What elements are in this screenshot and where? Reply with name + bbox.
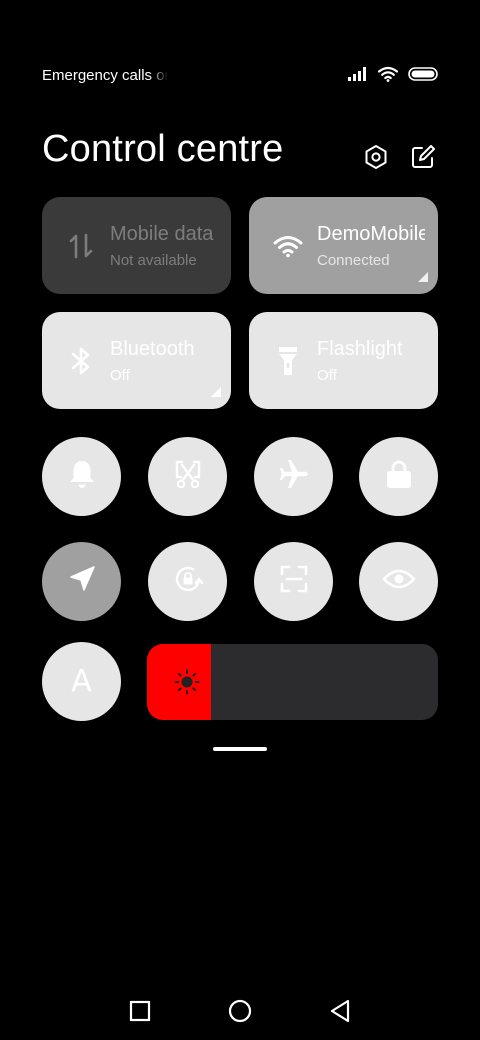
bluetooth-icon xyxy=(66,345,96,377)
recents-button[interactable] xyxy=(122,995,158,1031)
tile-status: Off xyxy=(317,367,337,384)
page-title: Control centre xyxy=(42,128,284,170)
recents-icon xyxy=(129,1000,151,1027)
location-icon xyxy=(67,564,97,599)
settings-button[interactable] xyxy=(362,144,390,175)
flashlight-icon xyxy=(273,345,303,377)
back-button[interactable] xyxy=(322,995,358,1031)
auto-brightness-icon: A xyxy=(71,664,92,699)
wifi-icon xyxy=(273,230,303,262)
tile-title: DemoMobile xyxy=(317,223,425,245)
edit-button[interactable] xyxy=(409,144,437,175)
status-icons xyxy=(348,66,438,82)
settings-icon xyxy=(363,144,389,175)
scanner-toggle[interactable] xyxy=(254,542,333,621)
tile-wifi[interactable]: DemoMobile Connected xyxy=(249,197,438,294)
reading-mode-toggle[interactable] xyxy=(359,542,438,621)
brightness-slider[interactable] xyxy=(147,644,438,720)
silent-toggle[interactable] xyxy=(42,437,121,516)
lock-icon xyxy=(385,458,413,495)
scanner-icon xyxy=(279,564,309,599)
back-icon xyxy=(329,999,351,1028)
expand-corner-icon[interactable] xyxy=(418,272,428,282)
edit-icon xyxy=(410,144,436,175)
tile-status: Off xyxy=(110,367,130,384)
tile-status: Connected xyxy=(317,252,390,269)
bell-icon xyxy=(67,458,97,495)
signal-icon xyxy=(348,67,368,81)
status-text: Emergency calls only xyxy=(42,67,168,84)
tile-flashlight[interactable]: Flashlight Off xyxy=(249,312,438,409)
auto-brightness-toggle[interactable]: A xyxy=(42,642,121,721)
rotation-lock-toggle[interactable] xyxy=(148,542,227,621)
expand-corner-icon[interactable] xyxy=(211,387,221,397)
brightness-icon xyxy=(173,668,201,696)
airplane-toggle[interactable] xyxy=(254,437,333,516)
drag-handle[interactable] xyxy=(213,747,267,751)
tile-title: Bluetooth xyxy=(110,338,195,360)
rotation-lock-icon xyxy=(171,562,205,601)
tile-mobile-data[interactable]: Mobile data Not available xyxy=(42,197,231,294)
wifi-icon xyxy=(378,66,398,82)
home-button[interactable] xyxy=(222,995,258,1031)
screenshot-icon xyxy=(173,458,203,495)
data-transfer-icon xyxy=(66,230,96,262)
battery-icon xyxy=(408,67,438,81)
tile-title: Mobile data xyxy=(110,223,214,245)
tile-status: Not available xyxy=(110,252,197,269)
airplane-icon xyxy=(278,458,310,495)
tile-title: Flashlight xyxy=(317,338,403,360)
eye-icon xyxy=(382,567,416,596)
status-bar: Emergency calls only xyxy=(0,0,480,100)
location-toggle[interactable] xyxy=(42,542,121,621)
lock-screen-toggle[interactable] xyxy=(359,437,438,516)
tile-bluetooth[interactable]: Bluetooth Off xyxy=(42,312,231,409)
home-icon xyxy=(228,999,252,1028)
screenshot-toggle[interactable] xyxy=(148,437,227,516)
